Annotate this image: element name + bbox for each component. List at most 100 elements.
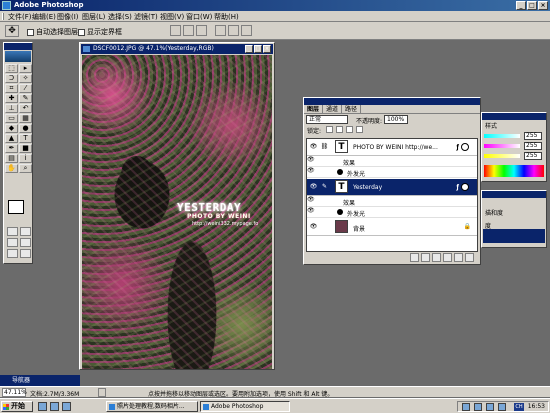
eye-icon[interactable]: 👁 (307, 207, 315, 214)
layer-row-photo-by[interactable]: 👁 ⛓ T PHOTO BY WEINI http://we... ƒ (307, 139, 477, 156)
move-tool-preset-icon[interactable]: ✥ (5, 25, 19, 37)
menu-view[interactable]: 视图(V) (160, 12, 184, 22)
checkbox-box[interactable] (78, 28, 85, 36)
quickmask-mode-icon[interactable] (20, 227, 31, 236)
task-photoshop[interactable]: Adobe Photoshop (200, 401, 290, 412)
eyedropper-tool-icon[interactable]: ⅰ (19, 154, 32, 163)
green-value[interactable]: 255 (524, 142, 542, 150)
slice-tool-icon[interactable]: ⁄ (19, 84, 32, 93)
status-menu-arrow-icon[interactable] (98, 388, 106, 397)
task-browser[interactable]: 照片处理教程,数码相片... (106, 401, 198, 412)
align-left-icon[interactable] (215, 25, 226, 36)
tab-layers[interactable]: 图层 (304, 105, 324, 113)
selected-swatch-row[interactable] (483, 229, 545, 243)
history-brush-icon[interactable]: ↶ (19, 104, 32, 113)
lock-transparency-icon[interactable] (326, 126, 333, 133)
color-panel-title-bar[interactable] (482, 113, 546, 120)
red-value[interactable]: 255 (524, 132, 542, 140)
blue-value[interactable]: 255 (524, 152, 542, 160)
add-style-icon[interactable] (410, 253, 419, 262)
menu-filter[interactable]: 滤镜(T) (134, 12, 158, 22)
start-button[interactable]: 开始 (1, 401, 33, 412)
add-mask-icon[interactable] (421, 253, 430, 262)
outer-glow-effect-row[interactable]: 👁 外发光 (307, 207, 477, 218)
tray-app-icon[interactable] (486, 403, 494, 411)
eye-icon[interactable]: 👁 (307, 196, 315, 203)
align-hcenter-icon[interactable] (228, 25, 239, 36)
type-tool-icon[interactable]: T (19, 134, 32, 143)
tray-app2-icon[interactable] (498, 403, 506, 411)
lasso-tool-icon[interactable]: ᑐ (5, 74, 18, 83)
eraser-tool-icon[interactable]: ▭ (5, 114, 18, 123)
eye-icon[interactable]: 👁 (307, 167, 315, 174)
standard-mode-icon[interactable] (7, 227, 18, 236)
align-top-icon[interactable] (170, 25, 181, 36)
adjustment-layer-icon[interactable] (443, 253, 452, 262)
eye-icon[interactable]: 👁 (309, 183, 318, 192)
slider-track[interactable] (484, 154, 520, 158)
healing-brush-icon[interactable]: ✚ (5, 94, 18, 103)
red-slider[interactable]: 255 (482, 131, 546, 141)
checkbox-box[interactable] (27, 28, 34, 36)
path-select-icon[interactable]: ▲ (5, 134, 18, 143)
doc-close-button[interactable]: × (263, 45, 271, 53)
tray-network-icon[interactable] (474, 403, 482, 411)
new-set-icon[interactable] (432, 253, 441, 262)
slider-track[interactable] (484, 144, 520, 148)
menu-image[interactable]: 图像(I) (57, 12, 79, 22)
blend-mode-select[interactable]: 正常 (306, 115, 348, 124)
magic-wand-tool-icon[interactable]: ✧ (19, 74, 32, 83)
photoshop-logo[interactable] (5, 51, 31, 62)
lock-all-icon[interactable] (356, 126, 363, 133)
quicklaunch-desktop-icon[interactable] (50, 402, 59, 411)
menu-window[interactable]: 窗口(W) (186, 12, 212, 22)
move-tool-icon[interactable]: ▸ (19, 64, 32, 73)
show-bounds-checkbox[interactable]: 显示定界框 (78, 27, 122, 37)
tab-paths[interactable]: 路径 (342, 105, 362, 113)
menu-layer[interactable]: 图层(L) (82, 12, 105, 22)
menu-edit[interactable]: 编辑(E) (32, 12, 56, 22)
layer-row-background[interactable]: 👁 背景 🔒 (307, 219, 477, 236)
screen-mode-black-icon[interactable] (7, 249, 18, 258)
hand-tool-icon[interactable]: ✋ (5, 164, 18, 173)
document-title-bar[interactable]: DSCF0012.JPG @ 47.1%(Yesterday,RGB) _ □ … (81, 44, 273, 54)
eye-icon[interactable]: 👁 (307, 156, 315, 163)
align-bottom-icon[interactable] (196, 25, 207, 36)
screen-mode-full-icon[interactable] (20, 238, 31, 247)
crop-tool-icon[interactable]: ⌗ (5, 84, 18, 93)
effects-toggle-icon[interactable] (461, 143, 469, 151)
new-layer-icon[interactable] (454, 253, 463, 262)
toolbox-title-bar[interactable] (4, 43, 32, 50)
quicklaunch-ie-icon[interactable] (38, 402, 47, 411)
auto-select-layer-checkbox[interactable]: 自动选择图层 (27, 27, 78, 37)
tray-volume-icon[interactable] (462, 403, 470, 411)
outer-glow-effect-row[interactable]: 👁 外发光 (307, 167, 477, 178)
clock[interactable]: 16:53 (528, 403, 545, 410)
marquee-tool-icon[interactable]: ⬚ (5, 64, 18, 73)
blur-tool-icon[interactable]: ◆ (5, 124, 18, 133)
shape-tool-icon[interactable]: ■ (19, 144, 32, 153)
blue-slider[interactable]: 255 (482, 151, 546, 161)
swatches-panel-title-bar[interactable] (482, 191, 546, 198)
align-vcenter-icon[interactable] (183, 25, 194, 36)
menu-file[interactable]: 文件(F) (8, 12, 32, 22)
link-icon[interactable]: ⛓ (320, 143, 329, 152)
menu-help[interactable]: 帮助(H) (214, 12, 239, 22)
screen-mode-standard-icon[interactable] (7, 238, 18, 247)
dodge-tool-icon[interactable]: ● (19, 124, 32, 133)
lock-position-icon[interactable] (346, 126, 353, 133)
zoom-field[interactable]: 47.11% (2, 388, 27, 397)
notes-tool-icon[interactable]: ▤ (5, 154, 18, 163)
foreground-color-swatch[interactable] (8, 200, 24, 214)
brush-tool-icon[interactable]: ✎ (19, 94, 32, 103)
clone-stamp-icon[interactable]: ⊥ (5, 104, 18, 113)
quicklaunch-media-icon[interactable] (62, 402, 71, 411)
pen-tool-icon[interactable]: ✒ (5, 144, 18, 153)
close-button[interactable]: × (538, 1, 548, 10)
trash-icon[interactable] (465, 253, 474, 262)
doc-maximize-button[interactable]: □ (254, 45, 262, 53)
lock-image-icon[interactable] (336, 126, 343, 133)
align-right-icon[interactable] (241, 25, 252, 36)
minimize-button[interactable]: _ (516, 1, 526, 10)
opacity-input[interactable]: 100% (384, 115, 408, 124)
